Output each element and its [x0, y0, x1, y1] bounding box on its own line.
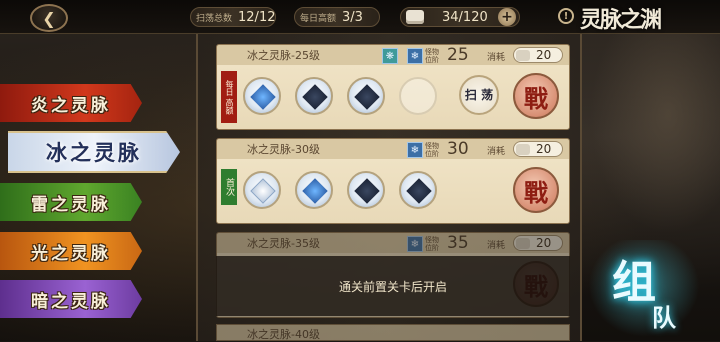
background-decoration	[590, 34, 720, 234]
stage-name: 冰之灵脉-40级	[247, 328, 320, 341]
sweep-button[interactable]: 扫 荡	[459, 75, 499, 115]
monster-rank-label: 怪物 位阶	[425, 142, 439, 158]
team-button-label[interactable]: 组	[612, 246, 656, 310]
stamina-icon	[516, 49, 530, 61]
cost-value: 20	[536, 48, 552, 62]
ice-element-icon: ❄	[407, 48, 423, 64]
sweep-total-value: 12/12	[238, 9, 276, 25]
tab-fire-vein[interactable]: 炎之灵脉	[0, 84, 142, 122]
locked-message: 通关前置关卡后开启	[338, 279, 447, 294]
stage-name: 冰之灵脉-35级	[247, 237, 320, 250]
daily-quota-label: 每日高额	[300, 13, 337, 24]
ice-element-icon: ❄	[407, 236, 423, 252]
back-button[interactable]: ❮	[30, 4, 68, 32]
cost-value: 20	[536, 236, 552, 250]
battle-button[interactable]: 戰	[513, 167, 559, 213]
game-title-logo: 灵脉之渊	[580, 7, 662, 33]
cost-label: 消耗	[487, 241, 506, 251]
reward-item-icon[interactable]	[295, 77, 333, 115]
stage-card[interactable]: 冰之灵脉-25级 ❋ ❄ 怪物 位阶 25 消耗 20 每日 高额 扫 荡 戰	[216, 44, 570, 130]
monster-rank-label: 怪物 位阶	[425, 236, 439, 252]
monster-rank-value: 25	[447, 45, 469, 65]
sweep-total-label: 扫荡总数	[196, 13, 233, 24]
cost-value: 20	[536, 142, 552, 156]
reward-item-icon[interactable]	[243, 77, 281, 115]
element-icon: ❋	[382, 48, 398, 64]
stamina-value: 34/120	[442, 9, 488, 25]
battle-button[interactable]: 戰	[513, 73, 559, 119]
daily-quota-value: 3/3	[342, 9, 363, 25]
reward-item-icon[interactable]	[347, 171, 385, 209]
cost-label: 消耗	[487, 147, 506, 157]
stage-card[interactable]: 冰之灵脉-30级 ❄ 怪物 位阶 30 消耗 20 首次 戰	[216, 138, 570, 224]
stamina-stat: 34/120	[406, 7, 488, 27]
reward-item-icon[interactable]	[243, 171, 281, 209]
stamina-icon	[516, 237, 530, 249]
monster-rank-label: 怪物 位阶	[425, 48, 439, 64]
monster-rank-value: 30	[447, 139, 469, 159]
reward-item-icon[interactable]	[347, 77, 385, 115]
reward-item-icon[interactable]	[295, 171, 333, 209]
sweep-total-stat: 扫荡总数 12/12	[196, 7, 275, 27]
cost-label: 消耗	[487, 53, 506, 63]
stamina-icon	[406, 10, 424, 24]
tab-thunder-vein[interactable]: 雷之灵脉	[0, 183, 142, 221]
reward-slot-empty	[399, 77, 437, 115]
team-button-label[interactable]: 队	[652, 298, 676, 333]
back-arrow-icon: ❮	[42, 8, 56, 28]
add-stamina-button[interactable]: +	[498, 8, 516, 26]
tab-dark-vein[interactable]: 暗之灵脉	[0, 280, 142, 318]
tab-ice-vein[interactable]: 冰之灵脉	[8, 131, 180, 173]
cost-pill: 20	[513, 235, 563, 251]
daily-bonus-ribbon: 每日 高额	[221, 71, 237, 123]
stage-name: 冰之灵脉-25级	[247, 49, 320, 62]
tab-light-vein[interactable]: 光之灵脉	[0, 232, 142, 270]
cost-pill: 20	[513, 47, 563, 63]
monster-rank-value: 35	[447, 233, 469, 253]
stage-card-locked: 冰之灵脉-40级	[216, 324, 570, 341]
stamina-icon	[516, 143, 530, 155]
reward-item-icon[interactable]	[399, 171, 437, 209]
first-clear-ribbon: 首次	[221, 169, 237, 205]
info-button[interactable]: !	[558, 8, 574, 24]
locked-overlay: 通关前置关卡后开启	[216, 256, 570, 316]
cost-pill: 20	[513, 141, 563, 157]
daily-quota-stat: 每日高额 3/3	[300, 7, 363, 27]
ice-element-icon: ❄	[407, 142, 423, 158]
stage-name: 冰之灵脉-30级	[247, 143, 320, 156]
